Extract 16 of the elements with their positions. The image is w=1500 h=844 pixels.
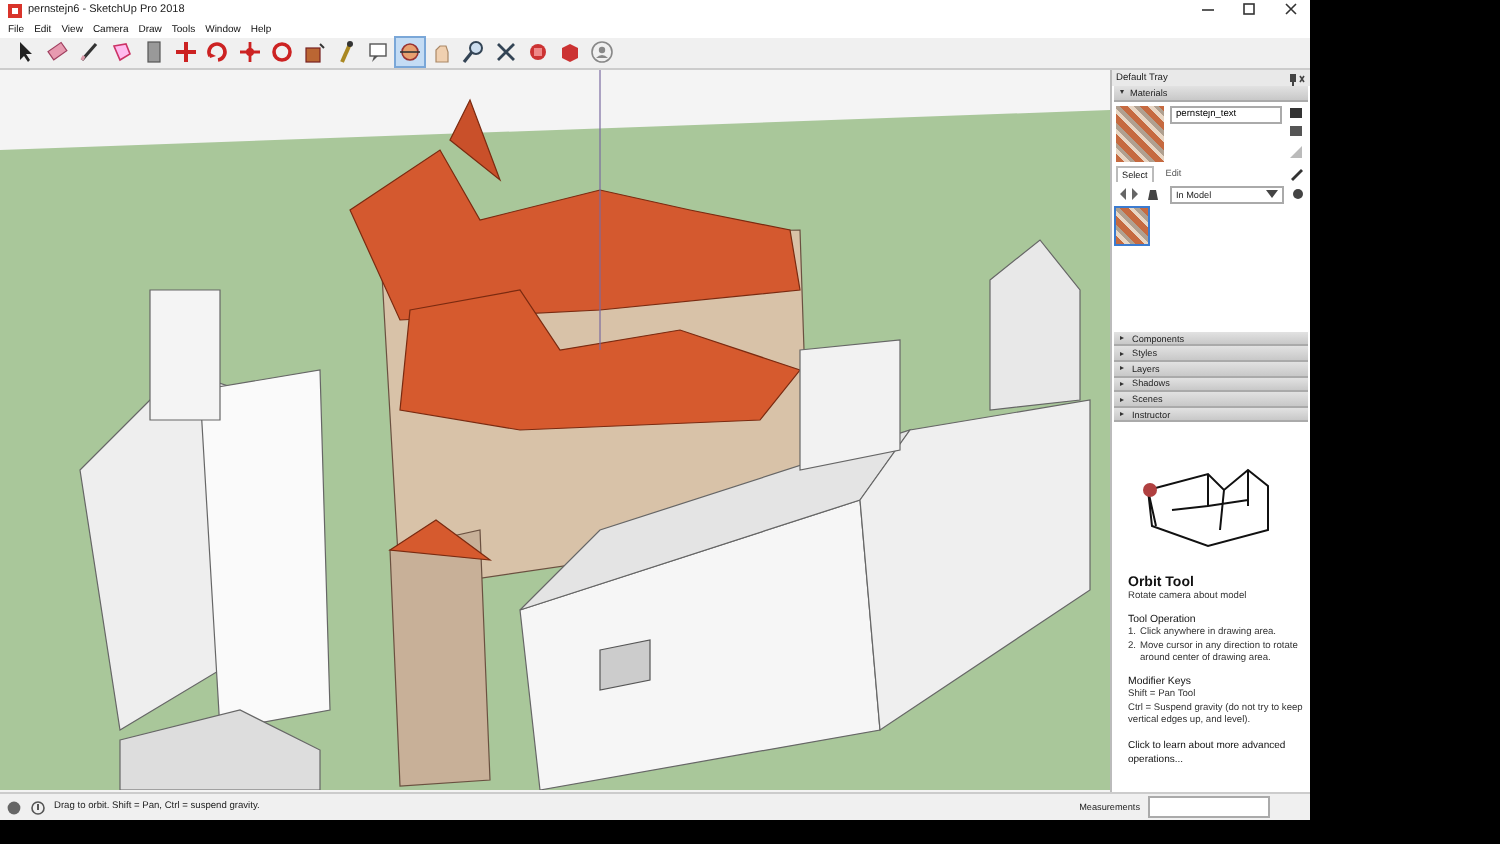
navigation-icon[interactable]: [1116, 186, 1164, 203]
polygon-icon[interactable]: [108, 38, 136, 67]
pin-close-icon[interactable]: [1286, 71, 1306, 86]
info-icon[interactable]: [30, 799, 46, 816]
cube-icon[interactable]: [556, 38, 584, 67]
caret-icon: [1266, 190, 1278, 199]
orbit-icon[interactable]: [396, 38, 424, 67]
measurements-field[interactable]: [1148, 796, 1270, 819]
user-icon[interactable]: [588, 38, 616, 67]
material-actions-icon[interactable]: [1288, 105, 1304, 162]
material-thumbnail[interactable]: [1116, 207, 1148, 244]
rotate-icon[interactable]: [204, 38, 232, 67]
orbit-house-drawing: [1143, 469, 1269, 548]
material-swatch: [1116, 105, 1164, 162]
magnifier-icon[interactable]: [460, 38, 488, 67]
text-bubble-icon[interactable]: [364, 38, 392, 67]
